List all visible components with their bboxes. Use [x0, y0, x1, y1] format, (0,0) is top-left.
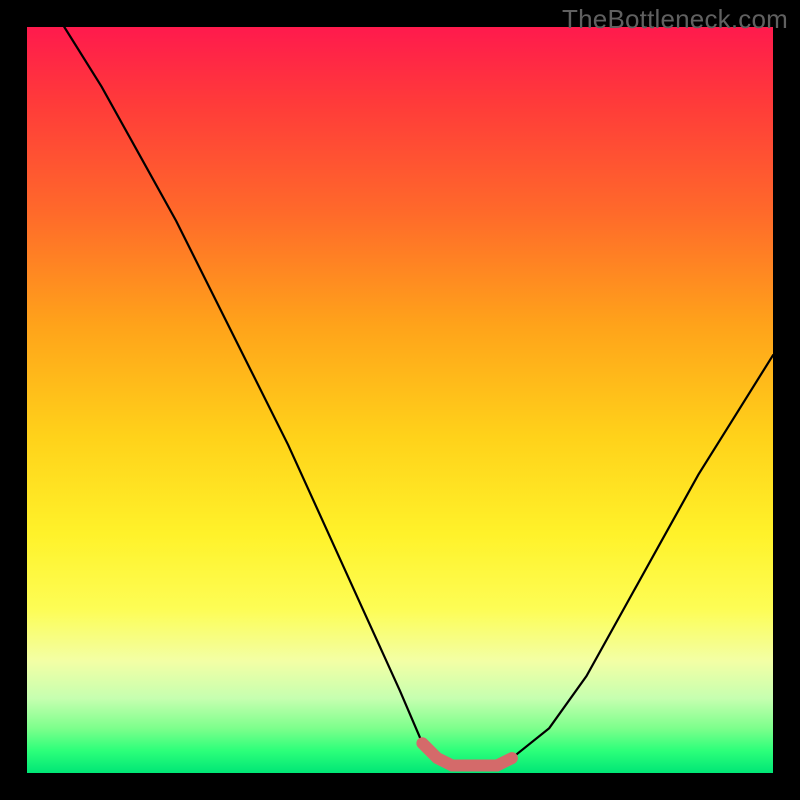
curve-svg — [27, 27, 773, 773]
bottleneck-curve — [64, 27, 773, 766]
optimal-highlight — [422, 743, 512, 765]
watermark-text: TheBottleneck.com — [562, 4, 788, 35]
chart-frame: TheBottleneck.com — [0, 0, 800, 800]
plot-area — [27, 27, 773, 773]
